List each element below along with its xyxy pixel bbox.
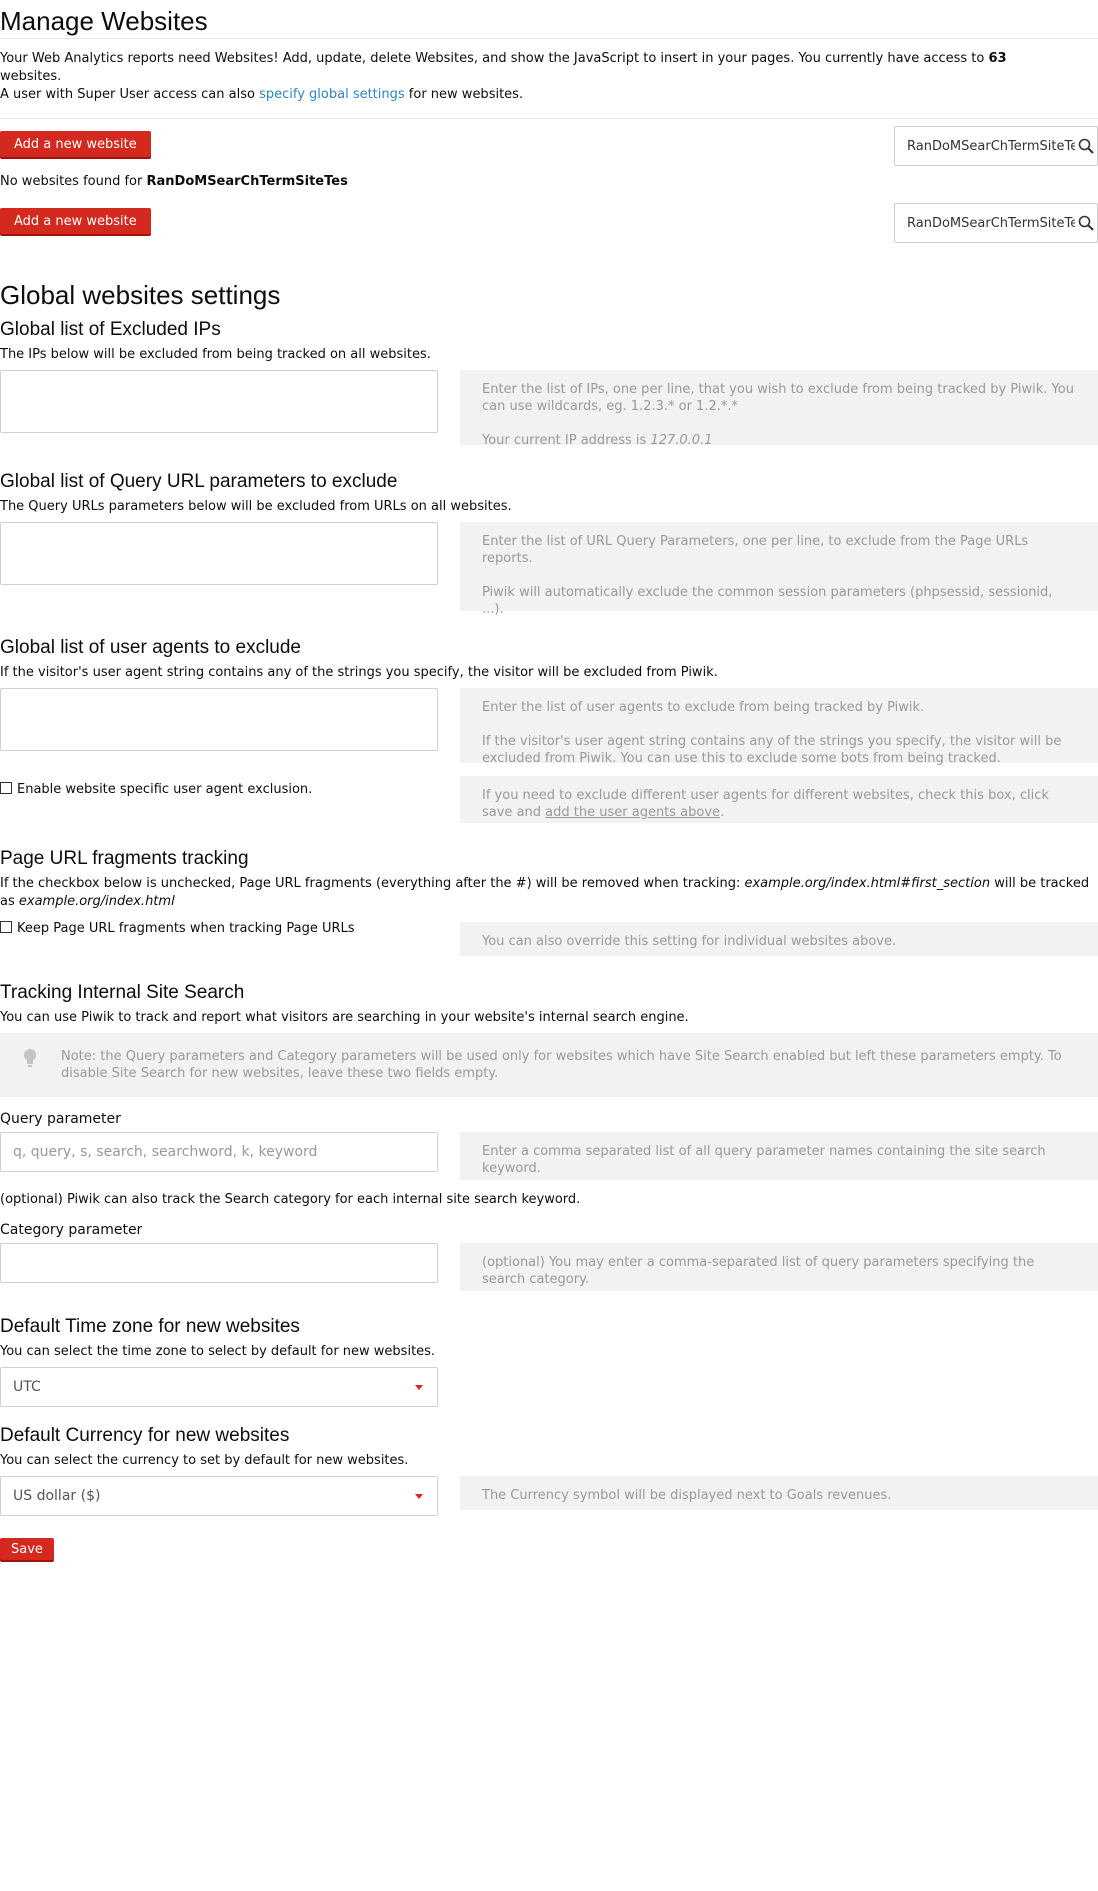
excluded-params-help: Enter the list of URL Query Parameters, … <box>460 522 1098 617</box>
excluded-ips-title: Global list of Excluded IPs <box>0 319 221 340</box>
intro-text-2: websites. <box>0 69 62 84</box>
query-parameter-input[interactable] <box>0 1132 438 1172</box>
excluded-ips-help-1: Enter the list of IPs, one per line, tha… <box>482 382 1074 414</box>
excluded-agents-help-2: If the visitor's user agent string conta… <box>482 734 1062 766</box>
no-results-prefix: No websites found for <box>0 174 143 189</box>
fragments-desc-1: If the checkbox below is unchecked, Page… <box>0 876 741 891</box>
site-specific-agent-help-suffix: . <box>720 805 725 820</box>
site-search-title: Tracking Internal Site Search <box>0 982 245 1003</box>
site-search-note: Note: the Query parameters and Category … <box>0 1033 1098 1097</box>
add-website-button-top[interactable]: Add a new website <box>0 131 151 157</box>
keep-fragments-checkbox[interactable] <box>0 921 12 933</box>
excluded-agents-desc: If the visitor's user agent string conta… <box>0 665 718 680</box>
excluded-ips-help-2: Your current IP address is 127.0.0.1 <box>482 432 1076 449</box>
search-icon[interactable] <box>1078 215 1094 231</box>
timezone-select[interactable]: UTC <box>0 1367 438 1407</box>
lightbulb-icon <box>24 1049 36 1067</box>
site-specific-agent-checkbox-label[interactable]: Enable website specific user agent exclu… <box>17 782 312 797</box>
current-ip-value: 127.0.0.1 <box>650 433 713 448</box>
intro-text-1: Your Web Analytics reports need Websites… <box>0 51 985 66</box>
intro-text-4: for new websites. <box>408 87 524 102</box>
site-search-note-text: Note: the Query parameters and Category … <box>61 1049 1062 1081</box>
currency-desc: You can select the currency to set by de… <box>0 1453 409 1468</box>
fragments-help-text: You can also override this setting for i… <box>482 934 897 949</box>
fragments-title: Page URL fragments tracking <box>0 848 249 869</box>
global-settings-link[interactable]: specify global settings <box>259 87 405 102</box>
currency-value: US dollar ($) <box>13 1488 101 1504</box>
site-search-desc: You can use Piwik to track and report wh… <box>0 1010 689 1025</box>
site-specific-agent-checkbox[interactable] <box>0 782 12 794</box>
timezone-title: Default Time zone for new websites <box>0 1316 300 1337</box>
currency-select[interactable]: US dollar ($) <box>0 1476 438 1516</box>
category-parameter-help-text: (optional) You may enter a comma-separat… <box>482 1255 1035 1287</box>
excluded-params-help-1: Enter the list of URL Query Parameters, … <box>482 534 1029 566</box>
excluded-ips-help: Enter the list of IPs, one per line, tha… <box>460 370 1098 448</box>
category-optional-text: (optional) Piwik can also track the Sear… <box>0 1192 581 1207</box>
excluded-agents-help: Enter the list of user agents to exclude… <box>460 688 1098 766</box>
excluded-ips-desc: The IPs below will be excluded from bein… <box>0 347 431 362</box>
add-website-button-bottom[interactable]: Add a new website <box>0 208 151 234</box>
site-search-box-top <box>894 126 1098 166</box>
query-parameter-help-text: Enter a comma separated list of all quer… <box>482 1144 1046 1176</box>
fragments-help: You can also override this setting for i… <box>460 922 1098 956</box>
category-parameter-help: (optional) You may enter a comma-separat… <box>460 1243 1098 1291</box>
fragments-example-2: example.org/index.html <box>18 894 175 909</box>
query-parameter-label: Query parameter <box>0 1111 121 1127</box>
no-results-message: No websites found for RanDoMSearChTermSi… <box>0 173 348 191</box>
site-specific-agent-help: If you need to exclude different user ag… <box>460 776 1098 823</box>
fragments-desc: If the checkbox below is unchecked, Page… <box>0 875 1095 911</box>
site-count: 63 <box>988 51 1007 66</box>
site-specific-agent-checkbox-row: Enable website specific user agent exclu… <box>0 782 312 797</box>
excluded-agents-title: Global list of user agents to exclude <box>0 637 302 658</box>
save-button[interactable]: Save <box>0 1538 54 1560</box>
excluded-ips-textarea[interactable] <box>0 370 438 433</box>
chevron-down-icon <box>415 1494 423 1499</box>
title-divider <box>0 38 1098 39</box>
query-parameter-help: Enter a comma separated list of all quer… <box>460 1132 1098 1180</box>
intro-text: Your Web Analytics reports need Websites… <box>0 50 1060 104</box>
fragments-example-1: example.org/index.html#first_section <box>744 876 991 891</box>
category-parameter-input[interactable] <box>0 1243 438 1283</box>
manage-websites-page: Manage Websites Your Web Analytics repor… <box>0 0 1098 1891</box>
current-ip-label: Your current IP address is <box>482 433 647 448</box>
no-results-term: RanDoMSearChTermSiteTes <box>146 174 348 189</box>
site-search-input-bottom[interactable] <box>895 204 1075 242</box>
global-settings-title: Global websites settings <box>0 280 281 310</box>
keep-fragments-checkbox-row: Keep Page URL fragments when tracking Pa… <box>0 921 355 936</box>
site-specific-agent-help-text: If you need to exclude different user ag… <box>482 787 1076 821</box>
timezone-value: UTC <box>13 1379 41 1395</box>
intro-text-3: A user with Super User access can also <box>0 87 255 102</box>
chevron-down-icon <box>415 1385 423 1390</box>
excluded-params-textarea[interactable] <box>0 522 438 585</box>
currency-title: Default Currency for new websites <box>0 1425 290 1446</box>
excluded-params-desc: The Query URLs parameters below will be … <box>0 499 512 514</box>
site-search-input-top[interactable] <box>895 127 1075 165</box>
site-search-box-bottom <box>894 203 1098 243</box>
excluded-agents-help-1: Enter the list of user agents to exclude… <box>482 700 925 715</box>
timezone-desc: You can select the time zone to select b… <box>0 1344 436 1359</box>
category-parameter-label: Category parameter <box>0 1222 143 1238</box>
excluded-agents-textarea[interactable] <box>0 688 438 751</box>
currency-help: The Currency symbol will be displayed ne… <box>460 1476 1098 1510</box>
excluded-params-help-2: Piwik will automatically exclude the com… <box>482 585 1053 617</box>
page-title: Manage Websites <box>0 6 208 36</box>
search-icon[interactable] <box>1078 138 1094 154</box>
intro-divider <box>0 118 1098 119</box>
currency-help-text: The Currency symbol will be displayed ne… <box>482 1488 892 1503</box>
excluded-params-title: Global list of Query URL parameters to e… <box>0 471 398 492</box>
add-user-agents-link[interactable]: add the user agents above <box>545 805 720 820</box>
keep-fragments-checkbox-label[interactable]: Keep Page URL fragments when tracking Pa… <box>17 921 355 936</box>
